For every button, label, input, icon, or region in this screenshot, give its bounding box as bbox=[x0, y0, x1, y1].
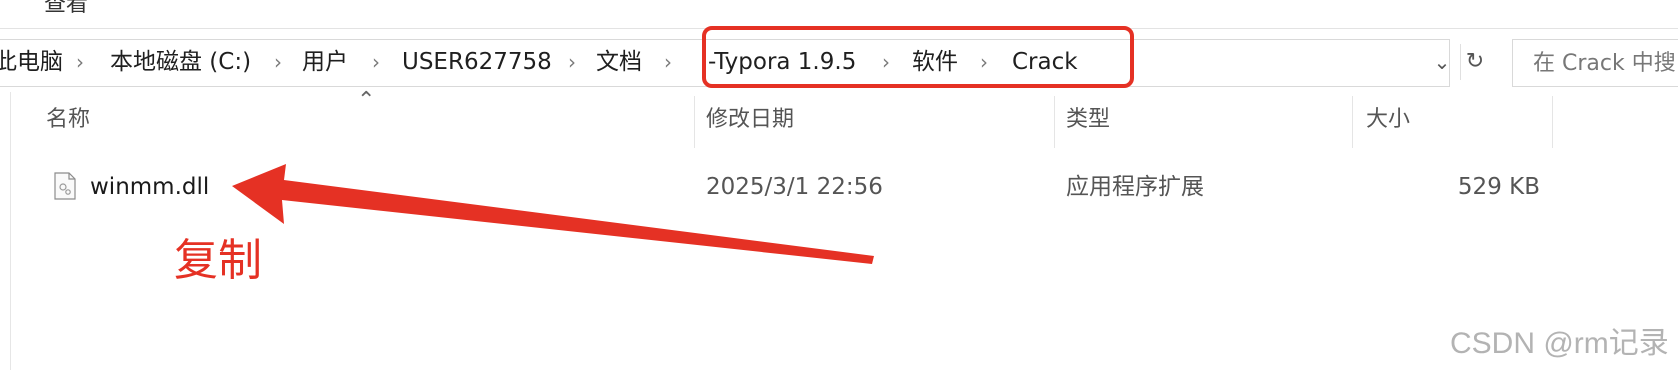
breadcrumb-documents[interactable]: 文档 bbox=[596, 45, 642, 79]
breadcrumb-users[interactable]: 用户 bbox=[302, 45, 348, 79]
breadcrumb-separator[interactable]: › bbox=[76, 45, 84, 79]
chevron-down-icon[interactable]: ⌄ bbox=[1428, 44, 1456, 80]
column-divider[interactable] bbox=[1552, 96, 1553, 148]
ribbon-bar: 查看 bbox=[0, 0, 1678, 29]
ribbon-tab-view[interactable]: 查看 bbox=[44, 0, 88, 18]
breadcrumb-separator[interactable]: › bbox=[274, 45, 282, 79]
file-name[interactable]: winmm.dll bbox=[90, 172, 209, 202]
column-header-name[interactable]: 名称 bbox=[46, 96, 90, 144]
search-box[interactable] bbox=[1512, 39, 1678, 87]
breadcrumb-software[interactable]: 软件 bbox=[912, 45, 958, 79]
breadcrumb-typora[interactable]: -Typora 1.9.5 bbox=[708, 45, 856, 79]
column-divider[interactable] bbox=[1054, 96, 1055, 148]
column-divider[interactable] bbox=[694, 96, 695, 148]
column-divider[interactable] bbox=[1352, 96, 1353, 148]
address-bar[interactable]: 此电脑 › 本地磁盘 (C:) › 用户 › USER627758 › 文档 ›… bbox=[0, 39, 1450, 87]
column-header-type[interactable]: 类型 bbox=[1066, 96, 1110, 144]
dll-file-icon[interactable] bbox=[54, 172, 76, 200]
column-header-size[interactable]: 大小 bbox=[1366, 96, 1410, 144]
file-size: 529 KB bbox=[1457, 174, 1540, 200]
annotation-copy-label: 复制 bbox=[174, 235, 262, 286]
breadcrumb-this-pc[interactable]: 此电脑 bbox=[0, 45, 63, 79]
breadcrumb-user-folder[interactable]: USER627758 bbox=[402, 45, 552, 79]
column-header-date[interactable]: 修改日期 bbox=[706, 96, 794, 144]
file-modified-date: 2025/3/1 22:56 bbox=[706, 174, 883, 200]
breadcrumb-separator[interactable]: › bbox=[882, 45, 890, 79]
refresh-icon[interactable]: ↻ bbox=[1460, 44, 1489, 80]
navigation-pane-edge bbox=[10, 92, 11, 370]
breadcrumb-crack[interactable]: Crack bbox=[1012, 45, 1078, 79]
search-input[interactable] bbox=[1513, 40, 1678, 86]
watermark: CSDN @rm记录 bbox=[1450, 327, 1669, 360]
sort-ascending-icon: ⌃ bbox=[357, 88, 376, 113]
breadcrumb-separator[interactable]: › bbox=[664, 45, 672, 79]
breadcrumb-separator[interactable]: › bbox=[372, 45, 380, 79]
breadcrumb-local-disk[interactable]: 本地磁盘 (C:) bbox=[110, 45, 251, 79]
breadcrumb-separator[interactable]: › bbox=[568, 45, 576, 79]
breadcrumb-separator[interactable]: › bbox=[980, 45, 988, 79]
file-type: 应用程序扩展 bbox=[1066, 174, 1204, 200]
